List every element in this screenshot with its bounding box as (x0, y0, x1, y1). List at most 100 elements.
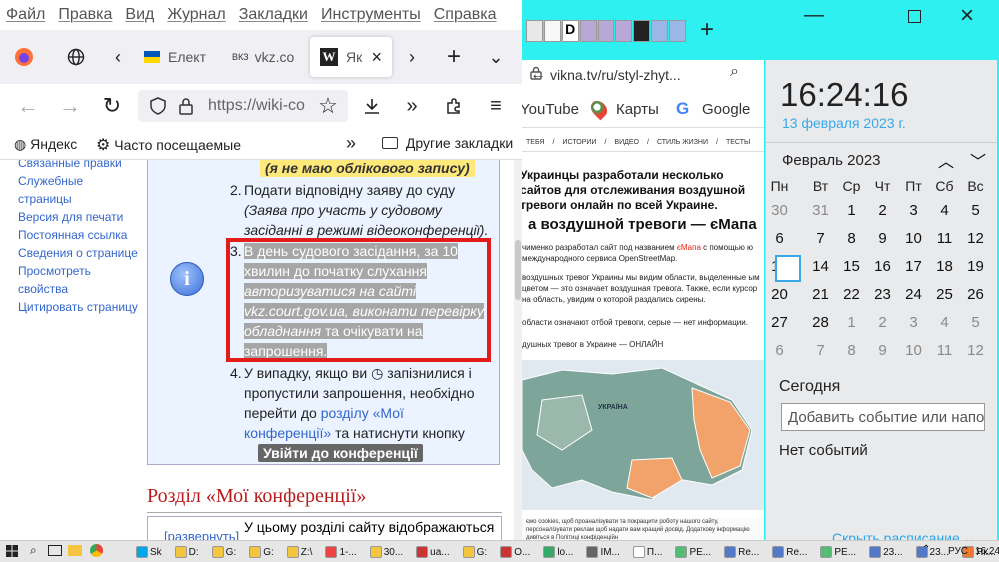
calendar-day[interactable]: 3 (898, 314, 929, 331)
second-url-bar[interactable]: ← vikna.tv/ru/styl-zhyt... ⌕ (522, 60, 764, 92)
file-explorer-icon[interactable] (68, 545, 82, 556)
calendar-day[interactable]: 28 (805, 314, 836, 331)
taskbar-app-button[interactable]: 1-... (325, 546, 357, 558)
taskbar-app-button[interactable]: Z:\ (286, 546, 312, 558)
yandex-bookmark[interactable]: ◍ Яндекс (14, 136, 77, 153)
menu-history[interactable]: Журнал (167, 6, 225, 24)
calendar-day[interactable]: 9 (867, 230, 898, 247)
new-tab-button[interactable]: + (440, 43, 468, 71)
frequent-bookmarks[interactable]: ⚙ Часто посещаемые (96, 135, 241, 155)
input-language[interactable]: РУС (948, 546, 968, 557)
sidebar-link-related-changes[interactable]: Связанные правки (18, 160, 138, 172)
taskbar-app-button[interactable]: G: (211, 546, 236, 558)
taskbar-app-button[interactable]: ua... (416, 546, 450, 558)
lock-icon[interactable] (178, 97, 194, 120)
bookmark-maps[interactable]: Карты (616, 101, 659, 118)
tab-vkz[interactable]: ВКЗ vkz.co (222, 37, 304, 77)
calendar-day[interactable]: 24 (898, 286, 929, 303)
taskbar-app-button[interactable]: G: (249, 546, 274, 558)
calendar-day[interactable]: 1 (836, 314, 867, 331)
calendar-day[interactable]: 8 (836, 342, 867, 359)
chevron-up-icon[interactable]: ︿ (938, 148, 954, 172)
calendar-day[interactable]: 9 (867, 342, 898, 359)
bookmark-star-icon[interactable]: ☆ (314, 92, 342, 120)
calendar-day[interactable]: 6 (764, 342, 795, 359)
taskbar-app-button[interactable]: IM... (586, 546, 620, 558)
maximize-button[interactable] (908, 10, 921, 23)
sidebar-link-print[interactable]: Версия для печати (18, 208, 138, 226)
calendar-day[interactable]: 20 (764, 286, 795, 303)
sidebar-link-cite[interactable]: Цитировать страницу (18, 298, 138, 316)
back-button[interactable]: ← (14, 92, 42, 120)
add-event-input[interactable]: Добавить событие или напом (781, 403, 985, 431)
new-tab-button[interactable]: + (700, 16, 714, 44)
tab-icon[interactable] (633, 20, 651, 42)
sidebar-link-special-pages[interactable]: Служебные страницы (18, 172, 138, 208)
taskbar-app-button[interactable]: 23... (869, 546, 903, 558)
calendar-day[interactable]: 3 (898, 202, 929, 219)
windows-start-icon[interactable] (6, 545, 18, 560)
taskbar-app-button[interactable]: D: (174, 546, 199, 558)
taskbar-app-button[interactable]: Re... (724, 546, 759, 558)
calendar-day[interactable]: 7 (805, 230, 836, 247)
calendar-day[interactable]: 30 (764, 202, 795, 219)
tab-icon[interactable] (597, 20, 615, 42)
calendar-day[interactable]: 16 (867, 258, 898, 275)
menu-edit[interactable]: Правка (58, 6, 112, 24)
calendar-day[interactable]: 25 (929, 286, 960, 303)
search-icon[interactable]: ⌕ (30, 543, 37, 558)
minimize-button[interactable]: — (804, 4, 824, 27)
chrome-icon[interactable] (90, 544, 103, 557)
tab-icon[interactable] (615, 20, 633, 42)
calendar-day[interactable]: 18 (929, 258, 960, 275)
tab-list-chevron-down-icon[interactable]: ⌄ (482, 43, 510, 71)
tab-icon[interactable] (526, 20, 543, 42)
page-scrollbar[interactable] (514, 160, 522, 540)
calendar-day[interactable]: 23 (867, 286, 898, 303)
tab-wiki[interactable]: W Як × (310, 37, 392, 77)
tabs-scroll-right-button[interactable]: › (398, 43, 426, 71)
close-tab-icon[interactable]: × (371, 47, 382, 68)
calendar-day[interactable]: 21 (805, 286, 836, 303)
extensions-icon[interactable] (440, 92, 468, 120)
globe-icon[interactable] (62, 43, 90, 71)
expand-link[interactable]: [развернуть] (164, 529, 239, 540)
calendar-day[interactable]: 11 (929, 230, 960, 247)
calendar-day[interactable]: 17 (898, 258, 929, 275)
calendar-day[interactable]: 5 (960, 202, 991, 219)
firefox-icon[interactable] (10, 43, 38, 71)
tray-chevron-up-icon[interactable]: ⌃ (922, 544, 930, 555)
calendar-day[interactable]: 11 (929, 342, 960, 359)
taskbar-app-button[interactable]: G: (462, 546, 487, 558)
calendar-day[interactable]: 2 (867, 314, 898, 331)
calendar-day[interactable]: 14 (805, 258, 836, 275)
other-bookmarks[interactable]: Другие закладки (382, 135, 513, 151)
taskbar-app-button[interactable]: Sk (136, 546, 162, 558)
downloads-icon[interactable] (358, 92, 386, 120)
taskbar-app-button[interactable]: PE... (820, 546, 856, 558)
taskbar-clock[interactable]: 16:24 (975, 546, 999, 557)
sidebar-link-page-info[interactable]: Сведения о странице (18, 244, 138, 262)
tab-icon[interactable] (651, 20, 669, 42)
current-date[interactable]: 13 февраля 2023 г. (782, 115, 906, 131)
menu-file[interactable]: Файл (6, 6, 45, 24)
calendar-day[interactable]: 8 (836, 230, 867, 247)
menu-tools[interactable]: Инструменты (321, 6, 421, 24)
air-raid-map[interactable]: УКРАЇНА (522, 360, 764, 510)
calendar-day[interactable]: 7 (805, 342, 836, 359)
task-view-icon[interactable] (48, 545, 62, 556)
taskbar-app-button[interactable]: 23... (915, 546, 949, 558)
close-button[interactable]: × (960, 2, 974, 30)
menu-help[interactable]: Справка (434, 6, 497, 24)
sidebar-link-browse-properties[interactable]: Просмотреть свойства (18, 262, 138, 298)
tab-icon[interactable] (543, 20, 561, 42)
calendar-day[interactable]: 10 (898, 230, 929, 247)
taskbar-app-button[interactable]: 30... (369, 546, 403, 558)
calendar-day[interactable]: 4 (929, 314, 960, 331)
calendar-day[interactable]: 12 (960, 230, 991, 247)
calendar-day[interactable]: 2 (867, 202, 898, 219)
sidebar-link-permalink[interactable]: Постоянная ссылка (18, 226, 138, 244)
tab-electron[interactable]: Елект (134, 37, 212, 77)
taskbar-app-button[interactable]: O... (500, 546, 530, 558)
tab-icon[interactable] (669, 20, 687, 42)
